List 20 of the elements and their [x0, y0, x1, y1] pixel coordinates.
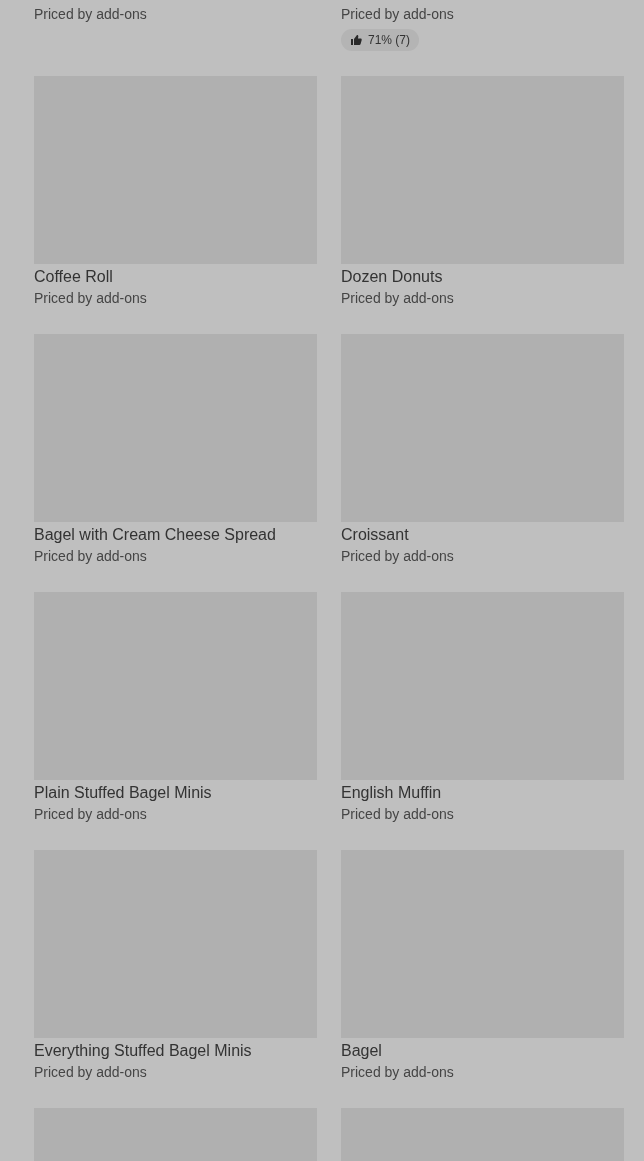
- product-name[interactable]: Everything Stuffed Bagel Minis: [34, 1040, 252, 1062]
- price-text: Priced by add-ons: [34, 5, 147, 24]
- price-text: Priced by add-ons: [341, 289, 454, 308]
- product-name[interactable]: Bagel with Cream Cheese Spread: [34, 524, 276, 546]
- product-name[interactable]: English Muffin: [341, 782, 442, 804]
- product-name[interactable]: Coffee Roll: [34, 266, 113, 288]
- thumbs-up-icon: [350, 34, 362, 46]
- price-text: Priced by add-ons: [34, 547, 147, 566]
- price-text: Priced by add-ons: [341, 5, 454, 24]
- price-text: Priced by add-ons: [34, 1063, 147, 1082]
- price-text: Priced by add-ons: [34, 805, 147, 824]
- price-text: Priced by add-ons: [34, 289, 147, 308]
- product-name[interactable]: Plain Stuffed Bagel Minis: [34, 782, 212, 804]
- price-text: Priced by add-ons: [341, 1063, 454, 1082]
- price-text: Priced by add-ons: [341, 805, 454, 824]
- product-name[interactable]: Bagel: [341, 1040, 382, 1062]
- product-name[interactable]: Croissant: [341, 524, 409, 546]
- product-name[interactable]: Dozen Donuts: [341, 266, 443, 288]
- price-text: Priced by add-ons: [341, 547, 454, 566]
- rating-badge: 71% (7): [341, 29, 420, 51]
